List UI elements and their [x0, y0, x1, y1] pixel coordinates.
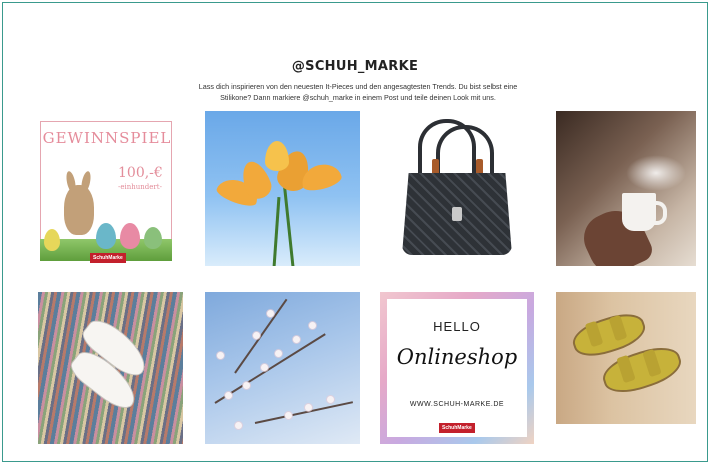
blossom — [275, 350, 282, 357]
bag-charm — [452, 207, 462, 221]
easter-egg — [44, 229, 60, 251]
gewinnspiel-amount-words: -einhundert- — [118, 183, 162, 191]
blossom — [261, 364, 268, 371]
easter-egg — [120, 223, 140, 249]
feed-description: Lass dich inspirieren von den neuesten I… — [198, 82, 518, 102]
blossom — [305, 404, 312, 411]
post-flowers[interactable] — [205, 111, 360, 266]
blossom — [225, 392, 232, 399]
blossom — [235, 422, 242, 429]
post-coffee[interactable] — [556, 111, 696, 266]
blossom — [243, 382, 250, 389]
post-blossoms[interactable] — [205, 292, 360, 444]
branch — [254, 401, 354, 424]
steam-image — [626, 155, 686, 191]
blossom — [267, 310, 274, 317]
blossom — [285, 412, 292, 419]
blossom — [253, 332, 260, 339]
brand-logo: SchuhMarke — [439, 423, 475, 433]
blossom — [293, 336, 300, 343]
hello-text: HELLO — [433, 319, 481, 334]
blossom — [309, 322, 316, 329]
cup-handle — [651, 201, 667, 225]
easter-egg — [144, 227, 162, 249]
blossom — [327, 396, 334, 403]
blossom — [217, 352, 224, 359]
post-handbag[interactable] — [380, 111, 534, 266]
post-sneakers[interactable] — [38, 292, 183, 444]
gewinnspiel-amount: 100,-€ — [118, 165, 163, 181]
post-onlineshop[interactable]: HELLO Onlineshop WWW.SCHUH-MARKE.DE Schu… — [380, 292, 534, 444]
easter-egg — [96, 223, 116, 249]
post-sandals[interactable] — [556, 292, 696, 424]
website-url: WWW.SCHUH-MARKE.DE — [409, 401, 505, 408]
feed-title: @SCHUH_MARKE — [291, 59, 419, 74]
gewinnspiel-title: GEWINNSPIEL — [42, 129, 172, 147]
flower-stem — [282, 181, 295, 266]
instagram-feed-section: @SCHUH_MARKE Lass dich inspirieren von d… — [2, 2, 708, 462]
flower-stem — [272, 196, 281, 266]
onlineshop-script-text: Onlineshop — [396, 345, 518, 369]
easter-bunny-image — [64, 185, 94, 235]
flower-petal — [265, 141, 289, 171]
brand-logo: SchuhMarke — [90, 253, 126, 263]
post-gewinnspiel[interactable]: GEWINNSPIEL 100,-€ -einhundert- SchuhMar… — [38, 117, 176, 267]
onlineshop-card: HELLO Onlineshop WWW.SCHUH-MARKE.DE Schu… — [387, 299, 527, 437]
